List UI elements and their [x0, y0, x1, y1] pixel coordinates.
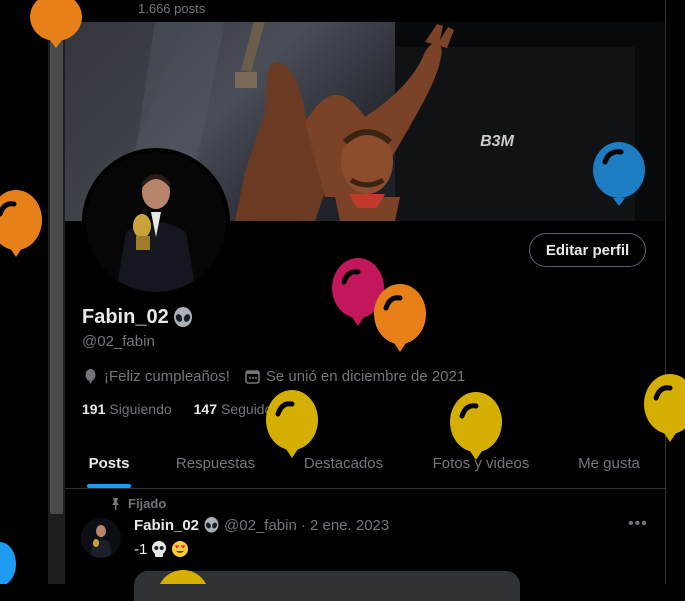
birthday-item: ¡Feliz cumpleaños!	[82, 368, 230, 385]
tweet-text-content: -1	[134, 540, 148, 558]
joined-item: Se unió en diciembre de 2021	[244, 368, 465, 385]
tweet-avatar[interactable]	[81, 518, 121, 558]
alien-emoji-icon	[203, 517, 220, 534]
balloon-icon	[29, 0, 83, 56]
alien-emoji-icon	[172, 306, 194, 329]
display-name-text: Fabin_02	[82, 306, 169, 328]
following-label: Siguiendo	[109, 401, 172, 417]
profile-meta: ¡Feliz cumpleaños! Se unió en diciembre …	[82, 368, 479, 385]
tweet-author-handle[interactable]: @02_fabin	[224, 517, 297, 534]
profile-tabs: Posts Respuestas Destacados Fotos y vide…	[65, 438, 665, 489]
pinned-label: Fijado	[109, 496, 166, 511]
profile-avatar[interactable]	[82, 148, 230, 296]
heart-eyes-emoji-icon	[171, 540, 189, 558]
tweet-author-name[interactable]: Fabin_02	[134, 517, 199, 534]
tweet-text: -1	[134, 540, 189, 558]
pin-icon	[112, 498, 119, 510]
balloon-icon	[448, 392, 504, 469]
tweet-header: Fabin_02 @02_fabin · 2 ene. 2023	[134, 517, 389, 534]
calendar-icon	[244, 368, 261, 385]
balloon-icon	[264, 390, 320, 467]
balloon-icon	[0, 190, 44, 265]
more-icon[interactable]: •••	[628, 515, 648, 533]
pinned-text: Fijado	[128, 496, 167, 511]
tab-respuestas[interactable]: Respuestas	[153, 438, 278, 488]
left-gutter	[0, 0, 48, 584]
right-column	[666, 0, 685, 584]
following-link[interactable]: 191 Siguiendo	[82, 401, 172, 417]
follow-stats: 191 Siguiendo 147 Seguidores	[82, 401, 292, 417]
joined-text: Se unió en diciembre de 2021	[265, 368, 466, 385]
banner-badge: B3M	[480, 133, 514, 150]
tweet-date[interactable]: · 2 ene. 2023	[301, 517, 389, 534]
followers-count: 147	[193, 401, 217, 417]
profile-display-name: Fabin_02	[82, 306, 194, 329]
following-count: 191	[82, 401, 106, 417]
skull-emoji-icon	[150, 540, 168, 558]
balloon-icon	[642, 374, 685, 451]
balloon-icon	[372, 284, 428, 361]
balloon-icon	[157, 570, 209, 601]
scrollbar-thumb[interactable]	[50, 30, 63, 514]
tab-posts[interactable]: Posts	[65, 438, 153, 488]
profile-handle: @02_fabin	[82, 333, 155, 350]
balloon-icon	[0, 538, 16, 589]
birthday-text: ¡Feliz cumpleaños!	[104, 368, 230, 385]
posts-count: 1.666 posts	[138, 1, 206, 16]
balloon-icon	[82, 368, 99, 385]
edit-profile-button[interactable]: Editar perfil	[529, 233, 646, 267]
